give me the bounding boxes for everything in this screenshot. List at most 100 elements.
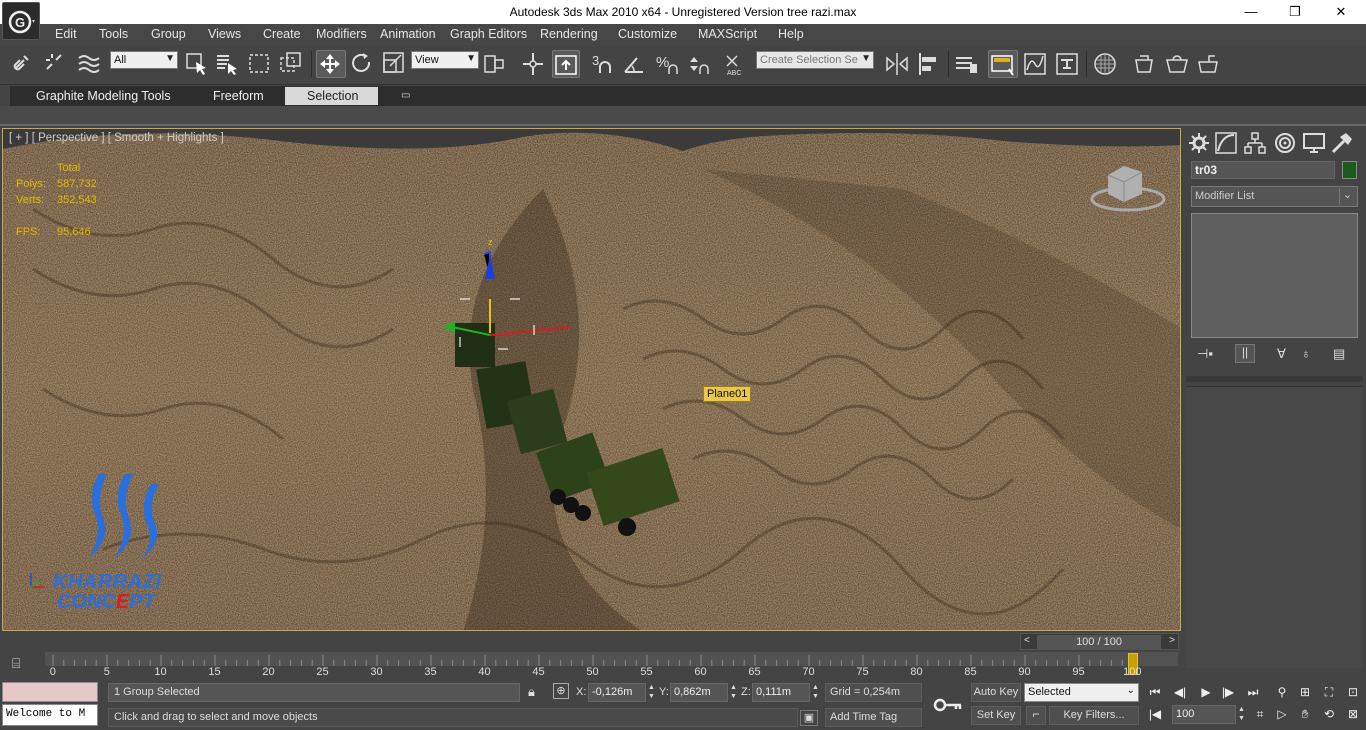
set-key-button[interactable]: Set Key xyxy=(971,706,1021,725)
object-color-swatch[interactable] xyxy=(1342,161,1357,179)
z-spinner-icon[interactable]: ▲ ▼ xyxy=(811,683,820,702)
field-of-view-icon[interactable]: ▷ xyxy=(1272,704,1292,724)
default-tangent-icon[interactable]: ⌐ xyxy=(1026,706,1046,725)
hierarchy-tab-icon[interactable] xyxy=(1243,131,1267,155)
add-time-tag[interactable]: Add Time Tag xyxy=(825,708,922,727)
create-tab-gear-icon[interactable] xyxy=(1187,131,1211,155)
zoom-extents-all-icon[interactable]: ⊡ xyxy=(1343,682,1363,702)
render-setup-icon[interactable] xyxy=(1132,50,1158,78)
select-and-link-icon[interactable] xyxy=(10,50,36,78)
tab-freeform[interactable]: Freeform xyxy=(213,89,264,103)
time-slider-label[interactable]: 100 / 100 xyxy=(1037,635,1161,649)
menu-rendering[interactable]: Rendering xyxy=(540,27,598,41)
absolute-mode-toggle-icon[interactable]: ⊕ xyxy=(553,683,569,699)
curve-editor-mini-icon[interactable]: ⌸ xyxy=(12,655,20,672)
modify-tab-icon[interactable] xyxy=(1214,131,1238,155)
zoom-extents-icon[interactable]: ⛶ xyxy=(1319,682,1339,702)
reference-coordinate-dropdown[interactable]: View ▼ xyxy=(411,51,479,69)
snaps-toggle-icon[interactable]: 3 xyxy=(590,50,616,78)
key-filters-button[interactable]: Key Filters... xyxy=(1049,706,1139,725)
menu-views[interactable]: Views xyxy=(208,27,241,41)
viewport-label[interactable]: [ + ] [ Perspective ] [ Smooth + Highlig… xyxy=(9,132,224,144)
rectangular-selection-icon[interactable] xyxy=(247,50,273,78)
display-tab-icon[interactable] xyxy=(1302,131,1326,155)
auto-key-button[interactable]: Auto Key xyxy=(971,683,1021,702)
graphite-toggle-icon[interactable] xyxy=(988,50,1018,78)
mirror-icon[interactable] xyxy=(884,50,910,78)
go-to-start-icon[interactable]: ⏮︎ xyxy=(1145,682,1165,702)
render-production-icon[interactable] xyxy=(1196,50,1222,78)
menu-modifiers[interactable]: Modifiers xyxy=(316,27,367,41)
curve-editor-icon[interactable] xyxy=(1022,50,1048,78)
tab-selection[interactable]: Selection xyxy=(307,89,358,103)
y-spinner-icon[interactable]: ▲ ▼ xyxy=(729,683,738,702)
angle-snap-icon[interactable] xyxy=(622,50,648,78)
zoom-all-icon[interactable]: ⊞ xyxy=(1295,682,1315,702)
show-end-result-icon[interactable]: || xyxy=(1235,344,1255,363)
modifier-stack[interactable] xyxy=(1191,213,1358,338)
pan-view-hand-icon[interactable]: ✋︎ xyxy=(1295,704,1315,724)
utilities-tab-hammer-icon[interactable] xyxy=(1330,131,1354,155)
select-and-manipulate-icon[interactable] xyxy=(520,50,546,78)
key-mode-toggle-icon[interactable]: |◀︎ xyxy=(1145,704,1165,724)
minimize-button[interactable]: — xyxy=(1228,0,1274,24)
lock-selection-icon[interactable]: 🔒︎ xyxy=(528,684,535,700)
close-button[interactable]: ✕ xyxy=(1318,0,1364,24)
current-frame-field[interactable]: 100 xyxy=(1172,705,1236,724)
bind-to-space-warp-icon[interactable] xyxy=(76,50,102,78)
align-icon[interactable] xyxy=(916,50,942,78)
menu-maxscript[interactable]: MAXScript xyxy=(698,27,757,41)
menu-create[interactable]: Create xyxy=(263,27,301,41)
orbit-icon[interactable]: ⟲ xyxy=(1319,704,1339,724)
prev-frame-chevron-icon[interactable]: < xyxy=(1024,635,1030,646)
application-menu-button[interactable]: G xyxy=(2,2,40,40)
frame-spinner-icon[interactable]: ▲ ▼ xyxy=(1237,705,1246,724)
menu-tools[interactable]: Tools xyxy=(99,27,128,41)
set-keys-key-icon[interactable] xyxy=(928,690,968,720)
unlink-selection-icon[interactable] xyxy=(42,50,68,78)
material-editor-icon[interactable] xyxy=(1092,50,1118,78)
z-coord-field[interactable]: 0,111m xyxy=(752,683,810,702)
make-unique-icon[interactable]: ∀ xyxy=(1277,346,1286,362)
menu-help[interactable]: Help xyxy=(778,27,804,41)
select-and-rotate-icon[interactable] xyxy=(349,50,375,78)
menu-animation[interactable]: Animation xyxy=(380,27,436,41)
go-to-end-icon[interactable]: ⏭︎ xyxy=(1243,682,1263,702)
menu-customize[interactable]: Customize xyxy=(618,27,677,41)
y-coord-field[interactable]: 0,862m xyxy=(670,683,728,702)
x-coord-field[interactable]: -0,126m xyxy=(588,683,646,702)
maxscript-mini-listener[interactable] xyxy=(2,682,98,702)
window-crossing-icon[interactable] xyxy=(278,50,304,78)
maximize-button[interactable]: ❐ xyxy=(1272,0,1318,24)
x-spinner-icon[interactable]: ▲ ▼ xyxy=(647,683,656,702)
keyboard-shortcut-override-icon[interactable] xyxy=(552,50,580,78)
menu-edit[interactable]: Edit xyxy=(55,27,77,41)
spinner-snap-icon[interactable] xyxy=(686,50,712,78)
zoom-icon[interactable]: ⚲ xyxy=(1272,682,1292,702)
rendered-frame-window-icon[interactable] xyxy=(1164,50,1190,78)
time-tag-icon[interactable]: ▣ xyxy=(800,710,818,726)
motion-tab-icon[interactable] xyxy=(1273,131,1297,155)
percent-snap-icon[interactable]: % xyxy=(654,50,680,78)
key-mode-dropdown[interactable]: Selected ⌄ xyxy=(1024,683,1139,702)
maxscript-listener[interactable]: Welcome to M xyxy=(2,704,98,726)
edit-named-selection-icon[interactable]: ABC xyxy=(722,50,748,78)
menu-group[interactable]: Group xyxy=(151,27,186,41)
time-configuration-icon[interactable]: ⌗ xyxy=(1250,704,1270,724)
track-bar[interactable]: ⌸ 0 5 10 15 20 25 30 35 40 45 50 55 60 65 70 75 80 85 90 95… xyxy=(0,651,1183,680)
time-slider[interactable]: < 100 / 100 > xyxy=(1020,633,1179,650)
selection-filter-dropdown[interactable]: All ▼ xyxy=(110,51,178,69)
tab-graphite-modeling-tools[interactable]: Graphite Modeling Tools xyxy=(36,89,171,103)
previous-frame-icon[interactable]: ◀︎| xyxy=(1170,682,1190,702)
select-and-move-icon[interactable] xyxy=(316,50,346,78)
object-name-field[interactable]: tr03 xyxy=(1191,161,1335,179)
configure-modifier-sets-icon[interactable]: ▤ xyxy=(1333,346,1345,362)
select-object-icon[interactable] xyxy=(184,50,210,78)
remove-modifier-icon[interactable]: ♁ xyxy=(1301,346,1311,361)
layer-manager-icon[interactable] xyxy=(953,50,979,78)
track-rail[interactable] xyxy=(45,652,1178,666)
select-by-name-icon[interactable] xyxy=(214,50,240,78)
perspective-viewport[interactable]: z [ + ] [ Perspective ] [ Smooth + Highl… xyxy=(2,128,1181,631)
next-frame-chevron-icon[interactable]: > xyxy=(1169,635,1175,646)
named-selection-set-dropdown[interactable]: Create Selection Se ▼ xyxy=(756,51,874,69)
